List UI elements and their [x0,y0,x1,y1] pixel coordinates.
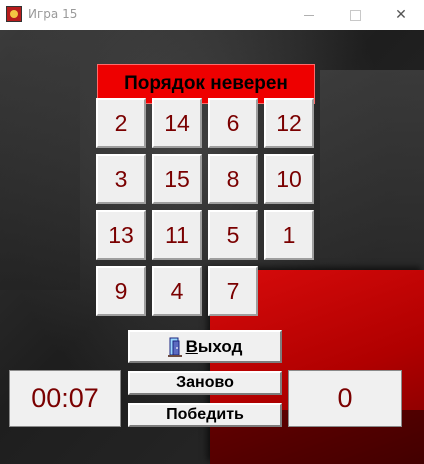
tile-r4c1[interactable]: 9 [96,266,146,316]
tile-r1c2[interactable]: 14 [152,98,202,148]
game-window: Игра 15 ✕ Порядок неверен 2 14 6 12 3 15… [0,0,424,464]
close-icon: ✕ [395,7,407,23]
exit-button[interactable]: Выход [128,330,282,363]
background-shape [0,40,80,290]
win-button[interactable]: Победить [128,403,282,427]
tile-r3c4[interactable]: 1 [264,210,314,260]
timer-display: 00:07 [9,370,121,427]
background-shape [320,70,424,270]
door-exit-icon [167,337,182,357]
exit-button-label: Выход [185,336,243,356]
minimize-icon [304,15,314,16]
game-area: Порядок неверен 2 14 6 12 3 15 8 10 13 1… [0,30,424,464]
tile-r1c4[interactable]: 12 [264,98,314,148]
tile-r3c2[interactable]: 11 [152,210,202,260]
tile-r3c3[interactable]: 5 [208,210,258,260]
tile-r2c2[interactable]: 15 [152,154,202,204]
maximize-button[interactable] [332,0,378,30]
tile-r2c4[interactable]: 10 [264,154,314,204]
window-title: Игра 15 [28,7,78,21]
move-counter: 0 [288,370,402,427]
restart-button[interactable]: Заново [128,371,282,395]
maximize-icon [349,10,361,21]
tile-r4c3[interactable]: 7 [208,266,258,316]
title-bar: Игра 15 ✕ [0,0,424,30]
tile-r2c3[interactable]: 8 [208,154,258,204]
tile-r4c2[interactable]: 4 [152,266,202,316]
tile-r3c1[interactable]: 13 [96,210,146,260]
close-button[interactable]: ✕ [378,0,424,30]
tile-r1c3[interactable]: 6 [208,98,258,148]
minimize-button[interactable] [286,0,332,30]
app-icon [6,6,22,22]
tile-r2c1[interactable]: 3 [96,154,146,204]
tile-r1c1[interactable]: 2 [96,98,146,148]
